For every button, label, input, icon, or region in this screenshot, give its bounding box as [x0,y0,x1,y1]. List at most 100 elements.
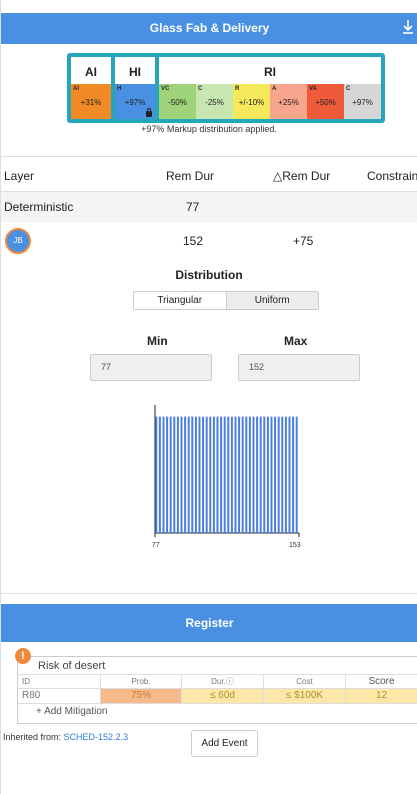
histogram-bar [292,416,295,533]
min-label: Min [147,334,168,348]
risk-table-header: ID Prob. Dur.ⓘ Cost Score [18,674,417,689]
col-layer: Layer [4,169,35,183]
scale-cell-tag: R [235,86,240,92]
col-constraint: Constrain [367,169,417,183]
scale-cell-value: +25% [278,98,299,107]
histogram-bar [191,416,194,533]
scale-cell-value: +50% [315,98,336,107]
scale-cell-value: -50% [168,98,187,107]
warning-icon: ! [15,648,31,664]
scale-cell-ai[interactable]: AI +31% [71,84,111,119]
scale-cell-tag: AI [73,86,79,92]
histogram-bar [284,416,287,533]
divider [1,593,417,594]
scale-cell-vc[interactable]: VC -50% [159,84,196,119]
histogram-bar [176,416,179,533]
add-mitigation-button[interactable]: + Add Mitigation [36,706,107,717]
avatar[interactable]: JB [5,228,31,254]
table-row[interactable]: Deterministic 77 [1,192,417,222]
histogram-bar [263,416,266,533]
rem-dur-value: 152 [183,234,204,248]
histogram-bar [277,416,280,533]
risk-title: Risk of desert [38,660,106,672]
scale-cell-value: +97% [352,98,373,107]
risk-col-score: Score [345,675,417,688]
histogram-bar [295,416,298,533]
scale-cell-tag: C [198,86,203,92]
option-uniform[interactable]: Uniform [225,292,318,309]
histogram-bar [209,416,212,533]
risk-score: 12 [345,689,417,703]
scale-cell-c[interactable]: C -25% [196,84,233,119]
scale-cell-r[interactable]: R +/-10% [233,84,270,119]
scale-cell-tag: H [117,86,122,92]
register-bar: Register [1,604,417,642]
distribution-title: Distribution [175,268,243,282]
table-header: Layer Rem Dur △Rem Dur Constrain [1,156,417,192]
histogram-bar [162,416,165,533]
download-icon[interactable] [402,18,414,36]
min-input[interactable]: 77 [90,354,212,381]
histogram-bar [238,416,241,533]
risk-row[interactable]: R80 75% ≤ 60d ≤ $100K 12 [18,689,417,704]
max-label: Max [284,334,308,348]
histogram-bar [220,416,223,533]
panel: Glass Fab & Delivery AI AI +31% HI H +97… [0,0,417,794]
histogram-bar [266,416,269,533]
scale-cell-value: -25% [205,98,224,107]
col-rem-dur: Rem Dur [166,169,215,183]
inherited-link[interactable]: SCHED-152.2.3 [64,732,129,742]
risk-col-id: ID [22,677,30,686]
histogram-bar [169,416,172,533]
scale-cell-h[interactable]: H +97% [115,84,155,119]
header-title: Glass Fab & Delivery [149,21,270,35]
col-delta-rem-dur: △Rem Dur [273,169,331,183]
histogram-bar [245,416,248,533]
scale-cell-c2[interactable]: C +97% [344,84,381,119]
scale-cell-value: +/-10% [238,98,265,107]
risk-prob[interactable]: 75% [100,689,181,703]
table-row[interactable]: JB 152 +75 [1,222,417,260]
histogram-bar [173,416,176,533]
histogram-bar [184,416,187,533]
scale-cell-value: +97% [124,98,146,107]
scale-cell-tag: A [272,86,277,92]
register-title: Register [185,616,234,630]
scale-cell-va[interactable]: VA +50% [307,84,344,119]
delta-rem-dur-value: +75 [293,234,314,248]
histogram-bar [281,416,284,533]
max-input[interactable]: 152 [238,354,360,381]
histogram-bar [259,416,262,533]
distribution-toggle: Triangular Uniform [133,291,319,310]
distribution-histogram: 77 153 [152,405,301,549]
x-tick-label: 153 [289,542,301,549]
layer-name: Deterministic [4,200,74,214]
risk-cost[interactable]: ≤ $100K [263,689,345,703]
risk-col-cost: Cost [263,675,345,688]
histogram-bar [180,416,183,533]
risk-dur[interactable]: ≤ 60d [181,689,263,703]
scale-cell-value: +31% [80,98,102,107]
risk-card[interactable]: Risk of desert ID Prob. Dur.ⓘ Cost Score… [17,656,417,724]
add-event-button[interactable]: Add Event [191,730,258,757]
scale-group-label: HI [129,65,141,79]
scale-cell-a[interactable]: A +25% [270,84,307,119]
header-bar: Glass Fab & Delivery [1,13,417,44]
x-tick-label: 77 [152,542,160,549]
option-triangular[interactable]: Triangular [134,292,226,309]
histogram-bar [223,416,226,533]
histogram-bar [202,416,205,533]
scale-cell-tag: VA [309,86,317,92]
scale-group-ri: RI VC -50% C -25% R +/-10% A +25% VA +50… [159,57,381,119]
histogram-bar [155,416,158,533]
histogram-bar [212,416,215,533]
histogram-bar [274,416,277,533]
histogram-bar [252,416,255,533]
histogram-bar [230,416,233,533]
markup-scale: AI AI +31% HI H +97% RI VC -50% C -25% R… [67,53,385,123]
risk-col-prob: Prob. [100,675,181,688]
histogram-bar [158,416,161,533]
histogram-bar [234,416,237,533]
histogram-bar [205,416,208,533]
histogram-bar [216,416,219,533]
